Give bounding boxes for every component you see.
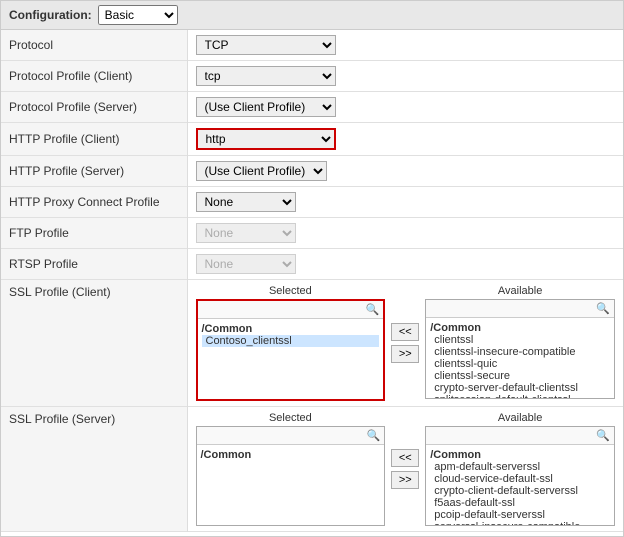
protocol-select[interactable]: TCP UDP — [196, 35, 336, 55]
ssl-client-available-search-icon: 🔍 — [596, 302, 610, 315]
ssl-server-selected-search-input[interactable] — [201, 430, 365, 442]
value-protocol-profile-client: tcp — [187, 61, 623, 92]
ssl-client-available-search-input[interactable] — [430, 303, 594, 315]
ssl-server-panel: Selected 🔍 /Common — [196, 412, 616, 526]
value-protocol-profile-server: (Use Client Profile) — [187, 92, 623, 123]
ssl-server-available-search-input[interactable] — [430, 430, 594, 442]
ssl-server-selected-list: /Common — [197, 445, 385, 525]
page-wrapper: Configuration: Basic Advanced Protocol T… — [0, 0, 624, 537]
ssl-client-available-item-1[interactable]: clientssl-insecure-compatible — [430, 346, 610, 358]
ssl-client-available-item-5[interactable]: splitsession-default-clientssl — [430, 394, 610, 398]
ssl-server-available-list-wrapper: 🔍 /Common apm-default-serverssl cloud-se… — [425, 426, 615, 526]
value-ssl-profile-server: Selected 🔍 /Common — [187, 407, 623, 532]
config-select[interactable]: Basic Advanced — [98, 5, 178, 25]
ssl-client-available-search-row: 🔍 — [426, 300, 614, 318]
ssl-server-available-search-icon: 🔍 — [596, 429, 610, 442]
label-http-profile-client: HTTP Profile (Client) — [1, 123, 187, 156]
ssl-client-available-list: /Common clientssl clientssl-insecure-com… — [426, 318, 614, 398]
ssl-client-selected-list: /Common Contoso_clientssl — [198, 319, 384, 399]
config-label: Configuration: — [9, 8, 92, 22]
row-protocol-profile-client: Protocol Profile (Client) tcp — [1, 61, 623, 92]
value-http-profile-server: (Use Client Profile) — [187, 156, 623, 187]
ftp-profile-select[interactable]: None — [196, 223, 296, 243]
ssl-client-panel: Selected 🔍 /Common Contoso_clientssl — [196, 285, 616, 401]
ssl-client-available-box: Available 🔍 /Common clientssl clientssl-… — [425, 285, 615, 401]
rtsp-profile-select[interactable]: None — [196, 254, 296, 274]
ssl-server-move-left-button[interactable]: << — [391, 449, 419, 467]
ssl-server-available-item-1[interactable]: cloud-service-default-ssl — [430, 473, 610, 485]
label-http-profile-server: HTTP Profile (Server) — [1, 156, 187, 187]
ssl-client-selected-group: /Common — [202, 323, 380, 335]
ssl-server-selected-search-row: 🔍 — [197, 427, 385, 445]
ssl-server-buttons: << >> — [389, 412, 421, 526]
ssl-client-selected-search-icon: 🔍 — [366, 303, 380, 316]
ssl-client-selected-item-contoso[interactable]: Contoso_clientssl — [202, 335, 380, 347]
ssl-client-available-list-wrapper: 🔍 /Common clientssl clientssl-insecure-c… — [425, 299, 615, 399]
config-header: Configuration: Basic Advanced — [1, 1, 623, 30]
form-table: Protocol TCP UDP Protocol Profile (Clien… — [1, 30, 623, 532]
protocol-profile-server-select[interactable]: (Use Client Profile) — [196, 97, 336, 117]
ssl-client-selected-title: Selected — [196, 285, 386, 297]
ssl-client-move-right-button[interactable]: >> — [391, 345, 419, 363]
value-ssl-profile-client: Selected 🔍 /Common Contoso_clientssl — [187, 280, 623, 407]
row-rtsp-profile: RTSP Profile None — [1, 249, 623, 280]
label-protocol: Protocol — [1, 30, 187, 61]
ssl-client-selected-search-row: 🔍 — [198, 301, 384, 319]
row-protocol: Protocol TCP UDP — [1, 30, 623, 61]
http-profile-server-select[interactable]: (Use Client Profile) — [196, 161, 327, 181]
ssl-client-selected-list-wrapper: 🔍 /Common Contoso_clientssl — [196, 299, 386, 401]
ssl-server-move-right-button[interactable]: >> — [391, 471, 419, 489]
http-profile-client-select[interactable]: http None — [196, 128, 336, 150]
ssl-server-available-item-5[interactable]: serverssl-insecure-compatible — [430, 521, 610, 525]
row-http-profile-client: HTTP Profile (Client) http None — [1, 123, 623, 156]
ssl-server-selected-search-icon: 🔍 — [367, 429, 381, 442]
ssl-client-available-item-0[interactable]: clientssl — [430, 334, 610, 346]
ssl-client-available-group: /Common — [430, 322, 610, 334]
protocol-profile-client-select[interactable]: tcp — [196, 66, 336, 86]
ssl-client-available-item-3[interactable]: clientssl-secure — [430, 370, 610, 382]
row-protocol-profile-server: Protocol Profile (Server) (Use Client Pr… — [1, 92, 623, 123]
label-http-proxy-connect-profile: HTTP Proxy Connect Profile — [1, 187, 187, 218]
ssl-server-available-box: Available 🔍 /Common apm-default-serverss… — [425, 412, 615, 526]
ssl-server-available-item-4[interactable]: pcoip-default-serverssl — [430, 509, 610, 521]
row-ftp-profile: FTP Profile None — [1, 218, 623, 249]
ssl-server-selected-box: Selected 🔍 /Common — [196, 412, 386, 526]
ssl-client-move-left-button[interactable]: << — [391, 323, 419, 341]
ssl-server-selected-title: Selected — [196, 412, 386, 424]
ssl-server-available-list: /Common apm-default-serverssl cloud-serv… — [426, 445, 614, 525]
label-protocol-profile-client: Protocol Profile (Client) — [1, 61, 187, 92]
ssl-client-selected-search-input[interactable] — [202, 304, 364, 316]
ssl-server-available-item-3[interactable]: f5aas-default-ssl — [430, 497, 610, 509]
label-ssl-profile-server: SSL Profile (Server) — [1, 407, 187, 532]
value-http-proxy-connect-profile: None — [187, 187, 623, 218]
row-ssl-profile-server: SSL Profile (Server) Selected 🔍 — [1, 407, 623, 532]
value-rtsp-profile: None — [187, 249, 623, 280]
ssl-server-available-group: /Common — [430, 449, 610, 461]
ssl-client-buttons: << >> — [389, 285, 421, 401]
value-ftp-profile: None — [187, 218, 623, 249]
ssl-server-selected-list-wrapper: 🔍 /Common — [196, 426, 386, 526]
ssl-server-available-item-0[interactable]: apm-default-serverssl — [430, 461, 610, 473]
value-http-profile-client: http None — [187, 123, 623, 156]
ssl-client-available-item-4[interactable]: crypto-server-default-clientssl — [430, 382, 610, 394]
label-ssl-profile-client: SSL Profile (Client) — [1, 280, 187, 407]
row-http-proxy-connect-profile: HTTP Proxy Connect Profile None — [1, 187, 623, 218]
ssl-server-available-title: Available — [425, 412, 615, 424]
ssl-server-selected-group: /Common — [201, 449, 381, 461]
label-ftp-profile: FTP Profile — [1, 218, 187, 249]
ssl-server-available-search-row: 🔍 — [426, 427, 614, 445]
row-ssl-profile-client: SSL Profile (Client) Selected 🔍 — [1, 280, 623, 407]
row-http-profile-server: HTTP Profile (Server) (Use Client Profil… — [1, 156, 623, 187]
http-proxy-connect-profile-select[interactable]: None — [196, 192, 296, 212]
value-protocol: TCP UDP — [187, 30, 623, 61]
ssl-client-selected-box: Selected 🔍 /Common Contoso_clientssl — [196, 285, 386, 401]
ssl-client-available-title: Available — [425, 285, 615, 297]
ssl-client-available-item-2[interactable]: clientssl-quic — [430, 358, 610, 370]
label-protocol-profile-server: Protocol Profile (Server) — [1, 92, 187, 123]
label-rtsp-profile: RTSP Profile — [1, 249, 187, 280]
ssl-server-available-item-2[interactable]: crypto-client-default-serverssl — [430, 485, 610, 497]
